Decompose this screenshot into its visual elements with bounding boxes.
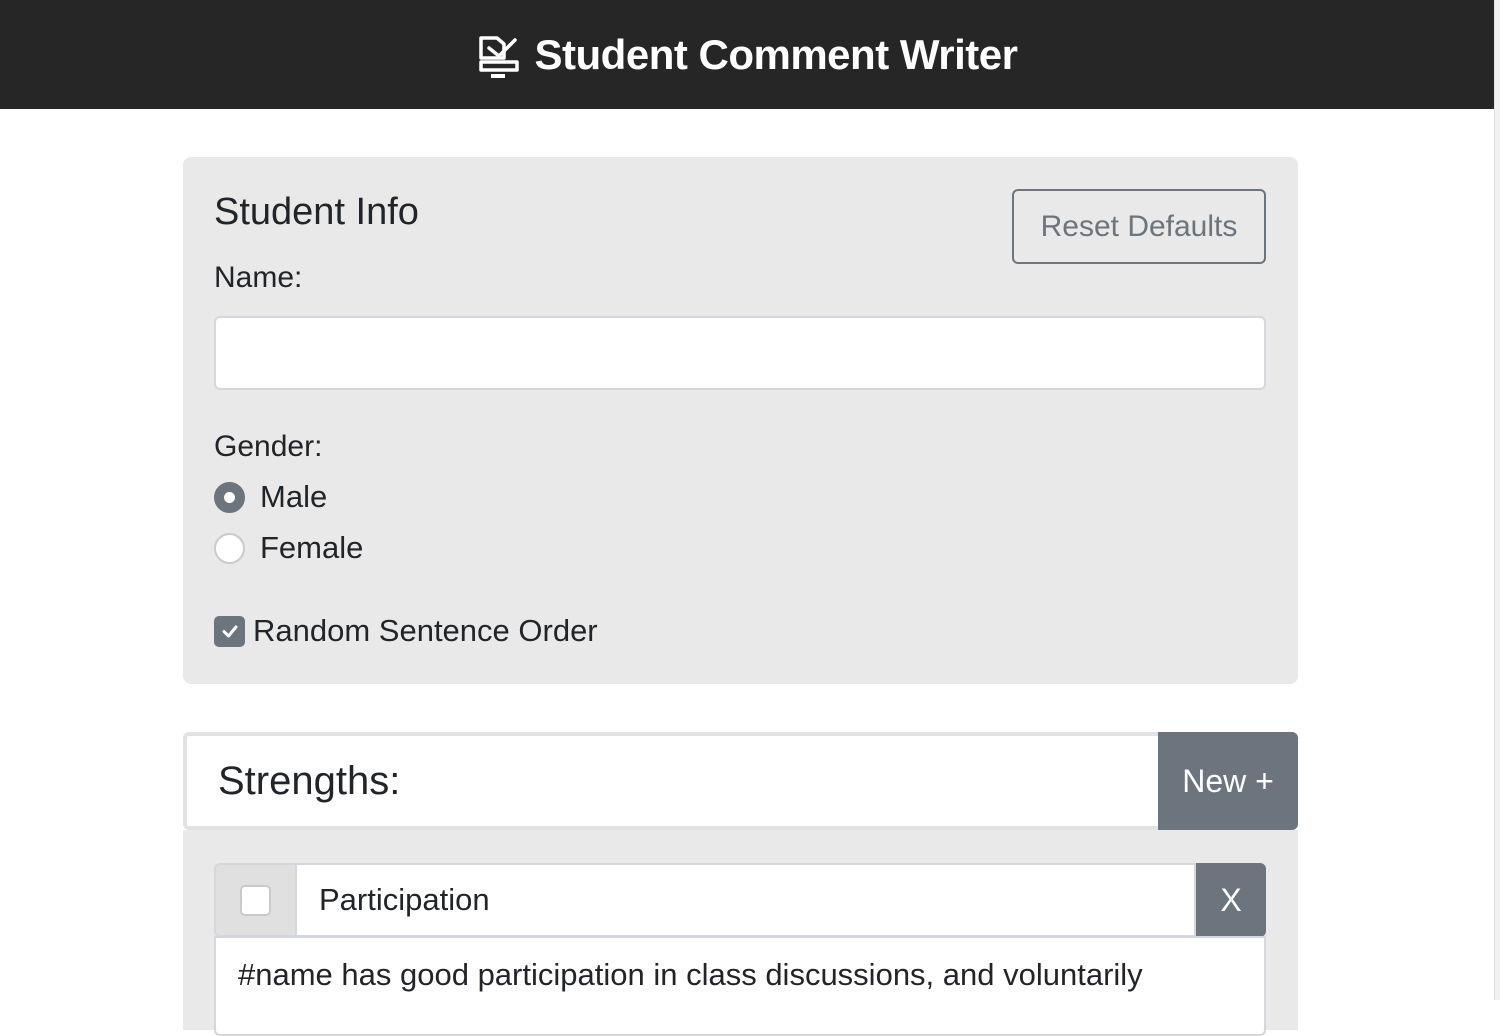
random-order-checkbox[interactable] <box>214 615 245 647</box>
name-input[interactable] <box>214 316 1266 390</box>
male-radio[interactable] <box>214 481 245 513</box>
checkmark-icon <box>222 625 237 638</box>
gender-option-female[interactable]: Female <box>214 530 363 566</box>
strengths-header: Strengths: New + <box>183 732 1298 830</box>
male-radio-label: Male <box>260 479 328 514</box>
list-item: Participation X <box>214 863 1266 937</box>
item-comment-text[interactable]: #name has good participation in class di… <box>214 936 1266 1036</box>
random-order-option[interactable]: Random Sentence Order <box>214 613 598 649</box>
gender-label: Gender: <box>214 430 323 463</box>
reset-defaults-button[interactable]: Reset Defaults <box>1012 189 1266 264</box>
name-label: Name: <box>214 261 303 294</box>
item-delete-button[interactable]: X <box>1196 863 1266 937</box>
app-title: Student Comment Writer <box>534 30 1018 78</box>
random-order-label: Random Sentence Order <box>253 613 598 648</box>
gender-option-male[interactable]: Male <box>214 479 327 515</box>
student-info-heading: Student Info <box>214 191 419 233</box>
notes-comment-icon <box>478 35 519 78</box>
item-select-checkbox[interactable] <box>240 884 271 916</box>
strengths-heading: Strengths: <box>183 732 1158 830</box>
item-title[interactable]: Participation <box>295 863 1196 937</box>
app-header: Student Comment Writer <box>0 0 1494 109</box>
item-select-cell <box>214 863 295 937</box>
new-strength-button[interactable]: New + <box>1158 732 1298 830</box>
female-radio-label: Female <box>260 530 364 565</box>
student-info-panel: Student Info Reset Defaults Name: Gender… <box>183 157 1298 684</box>
female-radio[interactable] <box>214 532 245 564</box>
scrollbar[interactable] <box>1494 0 1500 1000</box>
strengths-list: Participation X #name has good participa… <box>183 830 1298 1036</box>
